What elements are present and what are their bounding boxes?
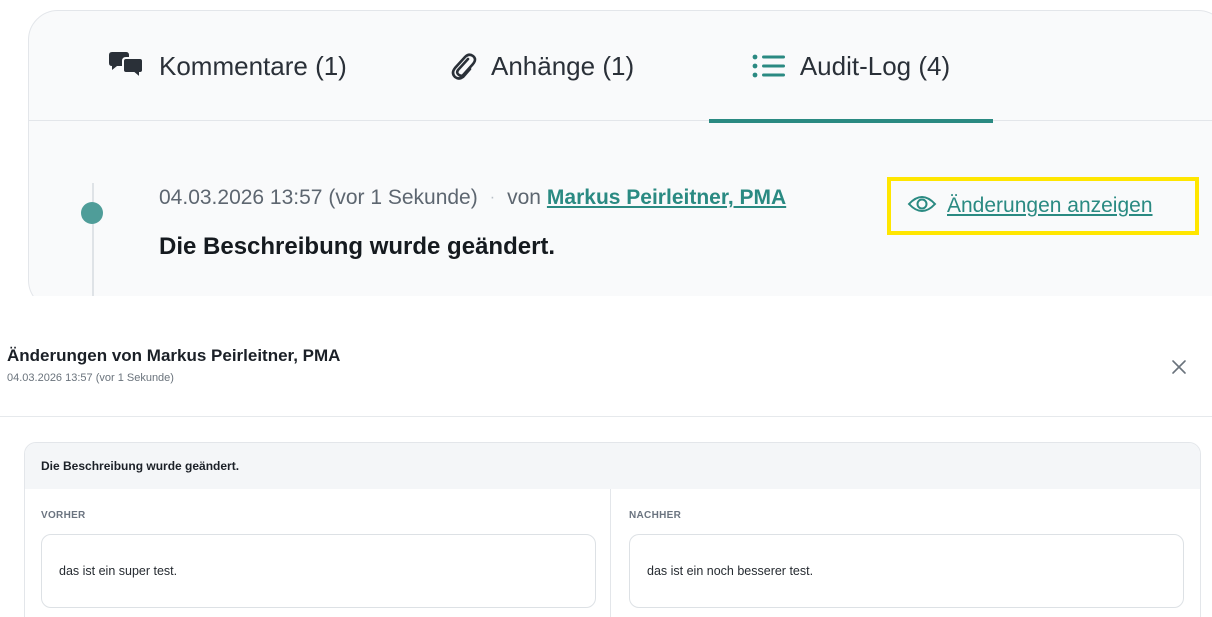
entry-timestamp: 04.03.2026 13:57 (vor 1 Sekunde)	[159, 186, 478, 209]
after-value: das ist ein noch besserer test.	[629, 534, 1184, 608]
audit-entry-title: Die Beschreibung wurde geändert.	[159, 233, 556, 260]
entry-by-prefix: von	[507, 186, 541, 209]
after-label: NACHHER	[629, 510, 682, 521]
show-changes-highlight[interactable]: Änderungen anzeigen	[887, 177, 1199, 235]
eye-icon	[907, 194, 937, 219]
paperclip-icon	[449, 51, 477, 81]
tab-attachments[interactable]: Anhänge (1)	[449, 11, 634, 121]
audit-panel: Kommentare (1) Anhänge (1) Audit-Log (4)…	[28, 10, 1212, 310]
before-value: das ist ein super test.	[41, 534, 596, 608]
comments-icon	[107, 51, 145, 81]
timeline-dot	[81, 202, 103, 224]
change-card: Die Beschreibung wurde geändert. VORHER …	[24, 442, 1201, 617]
separator-dot: ·	[489, 189, 496, 206]
before-column: VORHER das ist ein super test.	[25, 489, 611, 617]
after-column: NACHHER das ist ein noch besserer test.	[612, 489, 1200, 617]
change-card-title: Die Beschreibung wurde geändert.	[25, 443, 1200, 489]
dialog-title: Änderungen von Markus Peirleitner, PMA	[7, 346, 341, 365]
author-link[interactable]: Markus Peirleitner, PMA	[547, 186, 786, 210]
list-icon	[752, 53, 786, 79]
tab-comments[interactable]: Kommentare (1)	[107, 11, 347, 121]
changes-dialog: Änderungen von Markus Peirleitner, PMA 0…	[0, 296, 1212, 617]
show-changes-link[interactable]: Änderungen anzeigen	[947, 194, 1153, 218]
tab-comments-label: Kommentare (1)	[159, 50, 347, 81]
dialog-subtitle: 04.03.2026 13:57 (vor 1 Sekunde)	[7, 372, 174, 384]
tab-audit-log[interactable]: Audit-Log (4)	[709, 11, 993, 123]
tab-attachments-label: Anhänge (1)	[491, 50, 635, 81]
close-button[interactable]	[1170, 358, 1188, 376]
close-icon	[1172, 360, 1186, 374]
tab-bar: Kommentare (1) Anhänge (1) Audit-Log (4)	[29, 11, 1212, 123]
dialog-divider	[0, 416, 1212, 417]
audit-entry-meta: 04.03.2026 13:57 (vor 1 Sekunde) · von M…	[159, 186, 786, 210]
tab-audit-log-label: Audit-Log (4)	[799, 50, 951, 81]
before-label: VORHER	[41, 510, 86, 521]
